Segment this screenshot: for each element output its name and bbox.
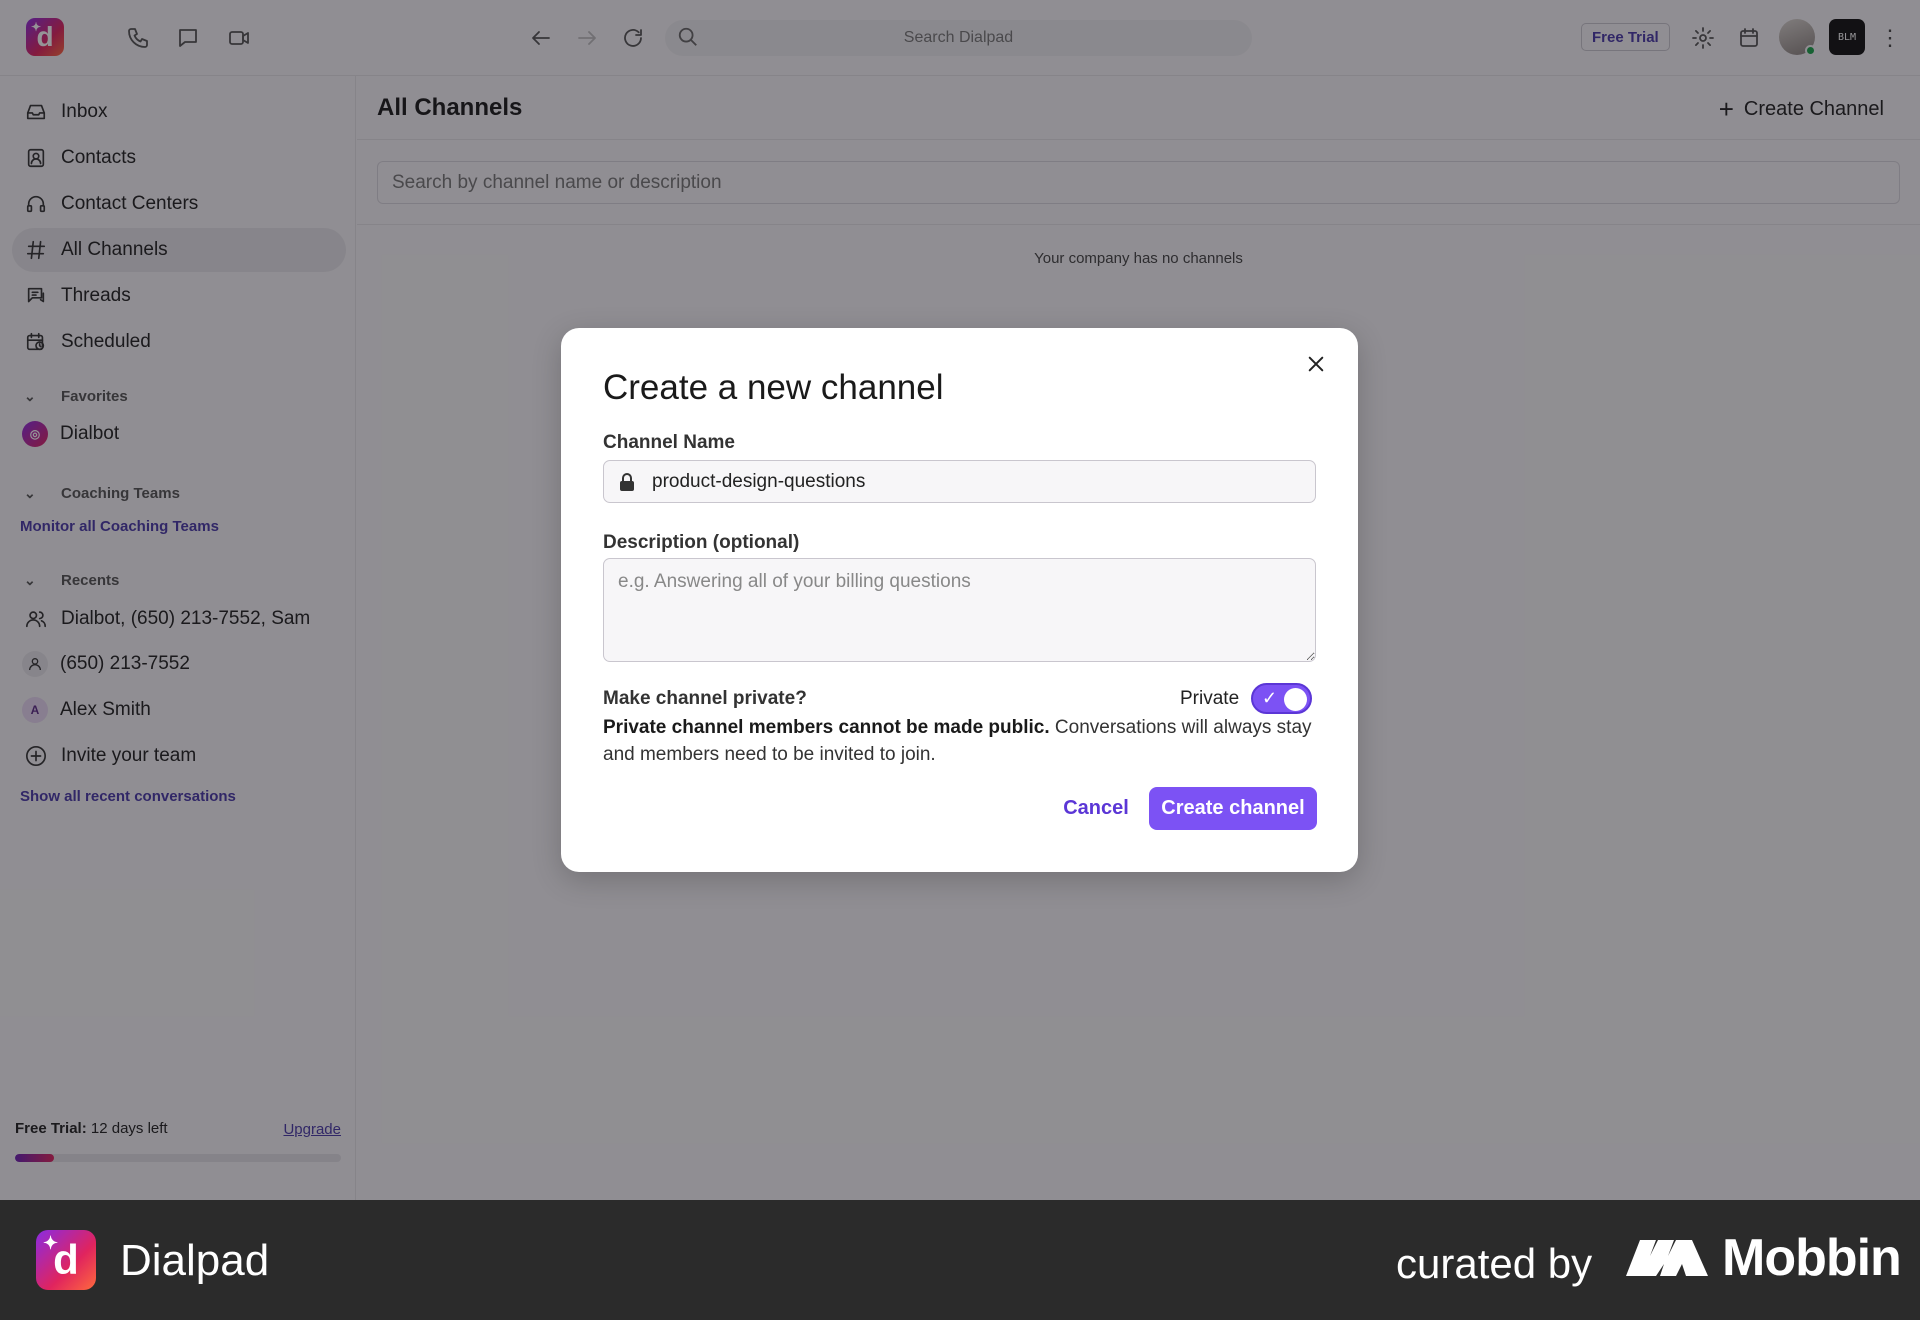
dialog-title: Create a new channel — [603, 368, 944, 407]
create-channel-submit-button[interactable]: Create channel — [1149, 787, 1317, 830]
toggle-knob — [1284, 688, 1307, 711]
mobbin-mark-icon — [1626, 1240, 1708, 1276]
footer-app-name: Dialpad — [120, 1236, 270, 1285]
private-question: Make channel private? — [603, 688, 807, 709]
mobbin-wordmark: Mobbin — [1722, 1229, 1902, 1287]
mobbin-logo: Mobbin — [1626, 1228, 1902, 1288]
channel-name-input[interactable] — [652, 470, 1292, 493]
private-toggle[interactable]: ✓ — [1251, 683, 1312, 714]
lock-icon — [616, 471, 638, 493]
channel-name-label: Channel Name — [603, 432, 735, 453]
curated-by-text: curated by — [1396, 1240, 1593, 1287]
close-icon[interactable] — [1302, 350, 1330, 378]
check-icon: ✓ — [1262, 688, 1278, 708]
app-window: ✦d Free Trial — [0, 0, 1920, 1200]
channel-name-field[interactable] — [603, 460, 1316, 503]
dialpad-logo: ✦ d — [36, 1230, 96, 1290]
description-label: Description (optional) — [603, 532, 800, 553]
description-textarea[interactable] — [603, 558, 1316, 662]
private-note: Private channel members cannot be made p… — [603, 714, 1316, 768]
create-channel-dialog: Create a new channel Channel Name Descri… — [561, 328, 1358, 872]
attribution-footer: ✦ d Dialpad curated by Mobbin — [0, 1200, 1920, 1320]
private-toggle-label: Private — [1180, 688, 1240, 709]
cancel-button[interactable]: Cancel — [1051, 787, 1141, 830]
private-note-bold: Private channel members cannot be made p… — [603, 717, 1050, 738]
